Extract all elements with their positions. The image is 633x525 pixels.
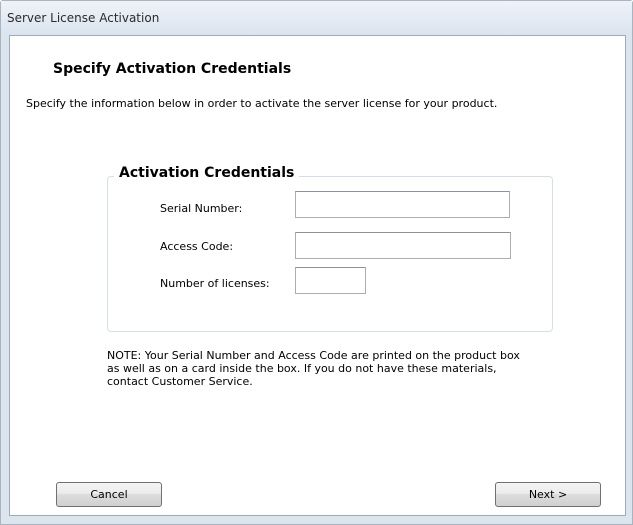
number-of-licenses-label: Number of licenses: xyxy=(160,277,270,290)
page-heading: Specify Activation Credentials xyxy=(53,61,292,77)
title-bar[interactable]: Server License Activation xyxy=(1,1,632,34)
group-label: Activation Credentials xyxy=(114,165,300,181)
number-of-licenses-input[interactable] xyxy=(295,267,366,294)
wizard-page: Specify Activation Credentials Specify t… xyxy=(9,35,626,516)
next-button[interactable]: Next > xyxy=(495,482,601,507)
access-code-label: Access Code: xyxy=(160,240,234,253)
serial-number-label: Serial Number: xyxy=(160,202,243,215)
note-text: NOTE: Your Serial Number and Access Code… xyxy=(107,349,520,388)
window-title: Server License Activation xyxy=(7,11,160,25)
serial-number-input[interactable] xyxy=(295,191,510,218)
activation-credentials-group: Activation Credentials Serial Number: Ac… xyxy=(107,165,553,332)
access-code-input[interactable] xyxy=(295,232,511,259)
page-description: Specify the information below in order t… xyxy=(26,97,498,110)
cancel-button[interactable]: Cancel xyxy=(56,482,162,507)
license-activation-window: Server License Activation Specify Activa… xyxy=(0,0,633,525)
